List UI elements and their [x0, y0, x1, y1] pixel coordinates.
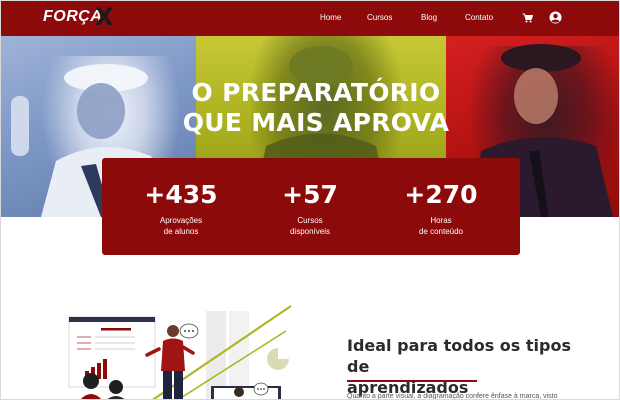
stat-value: +270 — [404, 180, 478, 209]
user-circle-icon[interactable] — [549, 11, 562, 24]
nav-blog[interactable]: Blog — [421, 13, 437, 22]
hero-headline-line-1: O PREPARATÓRIO — [191, 78, 441, 107]
hero-headline: O PREPARATÓRIO QUE MAIS APROVA — [151, 78, 481, 138]
stat-label-line-2: de conteúdo — [418, 227, 464, 236]
stat-label-line-1: Aprovações — [159, 216, 203, 225]
cart-icon[interactable] — [522, 13, 533, 23]
stat-label-line-1: Cursos — [297, 216, 323, 225]
top-navbar: FORÇA X Home Cursos Blog Contato — [1, 1, 619, 36]
stat-label-line-2: disponíveis — [289, 227, 331, 236]
brand-name: FORÇA — [43, 8, 103, 25]
brand-x-mark: X — [95, 3, 114, 31]
brand-logo[interactable]: FORÇA X — [43, 3, 123, 31]
stat-value: +57 — [282, 180, 338, 209]
stat-label-line-2: de alunos — [163, 227, 199, 236]
nav-contato[interactable]: Contato — [465, 13, 493, 22]
section-heading: Ideal para todos os tipos de aprendizado… — [347, 335, 587, 398]
stat-label: Cursos disponíveis — [245, 215, 375, 237]
section-body-text: Quanto a parte visual, a diagramação con… — [347, 393, 558, 400]
section-heading-underline — [347, 380, 477, 382]
nav-cursos[interactable]: Cursos — [367, 13, 392, 22]
hero-headline-line-2: QUE MAIS APROVA — [182, 108, 450, 137]
stat-value: +435 — [144, 180, 218, 209]
stat-label: Horas de conteúdo — [376, 215, 506, 237]
page: FORÇA X Home Cursos Blog Contato O PREPA… — [0, 0, 620, 400]
stat-label: Aprovações de alunos — [116, 215, 246, 237]
stats-box: +435 Aprovações de alunos +57 Cursos dis… — [102, 158, 520, 255]
section-heading-line-1: Ideal para todos os tipos de — [347, 336, 571, 376]
learning-illustration — [68, 305, 292, 399]
nav-home[interactable]: Home — [320, 13, 341, 22]
stat-label-line-1: Horas — [430, 216, 452, 225]
